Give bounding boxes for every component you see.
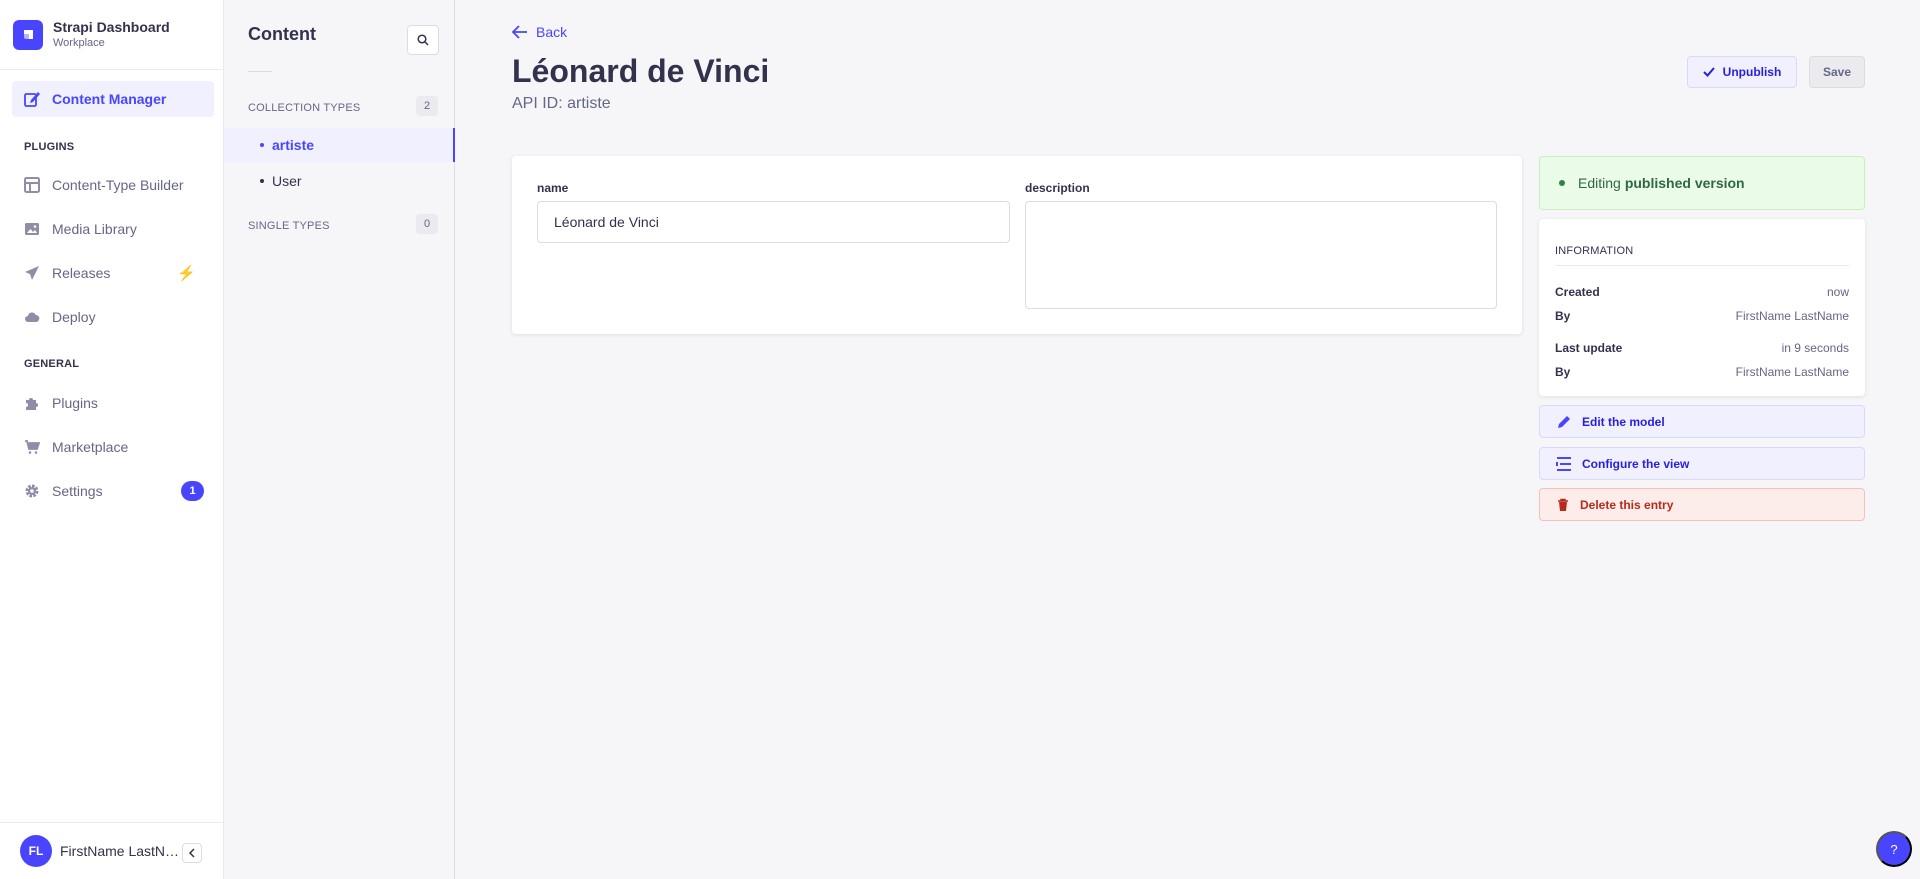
chevron-left-icon xyxy=(188,848,195,858)
pencil-icon xyxy=(1558,415,1570,428)
arrow-left-icon xyxy=(512,25,527,39)
nav-label: Marketplace xyxy=(52,439,129,455)
created-by-label: By xyxy=(1555,309,1571,323)
feather-icon xyxy=(24,91,40,107)
description-field[interactable] xyxy=(1025,201,1497,309)
nav-item-plugins[interactable]: Plugins xyxy=(12,385,214,421)
nav-label: Plugins xyxy=(52,395,98,411)
gear-icon xyxy=(24,483,40,499)
nav-section-general: GENERAL xyxy=(24,358,80,370)
edit-model-label: Edit the model xyxy=(1582,414,1665,429)
nav-section-plugins: PLUGINS xyxy=(24,141,75,153)
nav-item-deploy[interactable]: Deploy xyxy=(12,299,214,335)
created-label: Created xyxy=(1555,285,1600,299)
collection-types-count: 2 xyxy=(416,96,438,116)
search-icon xyxy=(417,34,429,46)
nav-label: Content-Type Builder xyxy=(52,177,184,193)
back-link[interactable]: Back xyxy=(512,24,567,40)
information-panel: INFORMATION Created now By FirstName Las… xyxy=(1539,219,1865,396)
back-label: Back xyxy=(536,24,568,40)
subnav-item-label: artiste xyxy=(272,137,315,153)
name-field[interactable]: Léonard de Vinci xyxy=(537,201,1010,243)
main-nav: Strapi Dashboard Workplace Content Manag… xyxy=(0,0,224,879)
divider xyxy=(1555,265,1849,266)
brand-name: Strapi Dashboard xyxy=(53,19,170,35)
nav-label: Deploy xyxy=(52,309,96,325)
status-dot-icon xyxy=(1559,180,1565,186)
user-name: FirstName LastName xyxy=(60,843,180,859)
list-settings-icon xyxy=(1556,456,1571,471)
paper-plane-icon xyxy=(24,265,40,281)
last-update-label: Last update xyxy=(1555,341,1623,355)
api-id: API ID: artiste xyxy=(512,95,611,112)
subnav-item-artiste[interactable]: artiste xyxy=(224,128,455,162)
status-prefix: Editing xyxy=(1578,175,1621,191)
updated-by-value: FirstName LastName xyxy=(1735,365,1849,379)
bullet-icon xyxy=(260,179,264,183)
help-button[interactable]: ? xyxy=(1876,831,1912,867)
save-button[interactable]: Save xyxy=(1809,56,1865,88)
delete-entry-button[interactable]: Delete this entry xyxy=(1539,488,1865,521)
brand-workspace: Workplace xyxy=(53,37,105,49)
created-value: now xyxy=(1826,285,1849,299)
subnav-item-user[interactable]: User xyxy=(224,164,455,198)
strapi-logo-icon xyxy=(13,19,43,50)
puzzle-icon xyxy=(24,395,40,411)
nav-label: Settings xyxy=(52,483,103,499)
lightning-bolt-icon: ⚡ xyxy=(177,265,196,282)
configure-view-button[interactable]: Configure the view xyxy=(1539,447,1865,480)
edit-model-button[interactable]: Edit the model xyxy=(1539,405,1865,438)
nav-item-content-manager[interactable]: Content Manager xyxy=(12,81,214,117)
updated-by-label: By xyxy=(1555,365,1571,379)
settings-notification-badge: 1 xyxy=(181,481,204,501)
layout-icon xyxy=(24,177,40,193)
unpublish-button[interactable]: Unpublish xyxy=(1687,56,1797,88)
user-menu[interactable]: FL FirstName LastName xyxy=(0,822,224,879)
divider xyxy=(248,71,272,72)
nav-item-content-type-builder[interactable]: Content-Type Builder xyxy=(12,167,214,203)
nav-label: Releases xyxy=(52,265,111,281)
configure-view-label: Configure the view xyxy=(1582,456,1690,471)
nav-item-marketplace[interactable]: Marketplace xyxy=(12,429,214,465)
entry-form: name Léonard de Vinci description xyxy=(512,156,1522,334)
page-title: Léonard de Vinci xyxy=(512,53,770,89)
name-field-label: name xyxy=(537,181,569,195)
subnav-title: Content xyxy=(248,24,316,44)
nav-label: Media Library xyxy=(52,221,137,237)
information-title: INFORMATION xyxy=(1555,245,1634,257)
status-box: Editing published version xyxy=(1539,156,1865,210)
cloud-icon xyxy=(24,309,40,325)
content-subnav: Content COLLECTION TYPES 2 artiste User … xyxy=(224,0,455,879)
avatar: FL xyxy=(20,835,52,867)
last-update-value: in 9 seconds xyxy=(1781,341,1849,355)
single-types-count: 0 xyxy=(416,214,438,234)
check-icon xyxy=(1702,67,1715,77)
description-field-label: description xyxy=(1025,181,1090,195)
delete-entry-label: Delete this entry xyxy=(1580,497,1674,512)
created-by-value: FirstName LastName xyxy=(1735,309,1849,323)
trash-icon xyxy=(1558,498,1568,511)
status-version: published version xyxy=(1624,175,1745,191)
subnav-item-label: User xyxy=(272,173,302,189)
subnav-search-button[interactable] xyxy=(407,25,439,55)
nav-item-settings[interactable]: Settings 1 xyxy=(12,473,214,509)
nav-label: Content Manager xyxy=(52,91,167,107)
nav-item-releases[interactable]: Releases ⚡ xyxy=(12,255,214,291)
collection-types-heading[interactable]: COLLECTION TYPES xyxy=(248,102,360,114)
save-label: Save xyxy=(1822,65,1852,79)
image-icon xyxy=(24,221,40,237)
unpublish-label: Unpublish xyxy=(1722,65,1782,79)
bullet-icon xyxy=(260,143,264,147)
shopping-cart-icon xyxy=(24,439,40,455)
brand[interactable]: Strapi Dashboard Workplace xyxy=(0,0,223,70)
single-types-heading[interactable]: SINGLE TYPES xyxy=(248,220,330,232)
nav-item-media-library[interactable]: Media Library xyxy=(12,211,214,247)
collapse-nav-button[interactable] xyxy=(182,843,202,863)
